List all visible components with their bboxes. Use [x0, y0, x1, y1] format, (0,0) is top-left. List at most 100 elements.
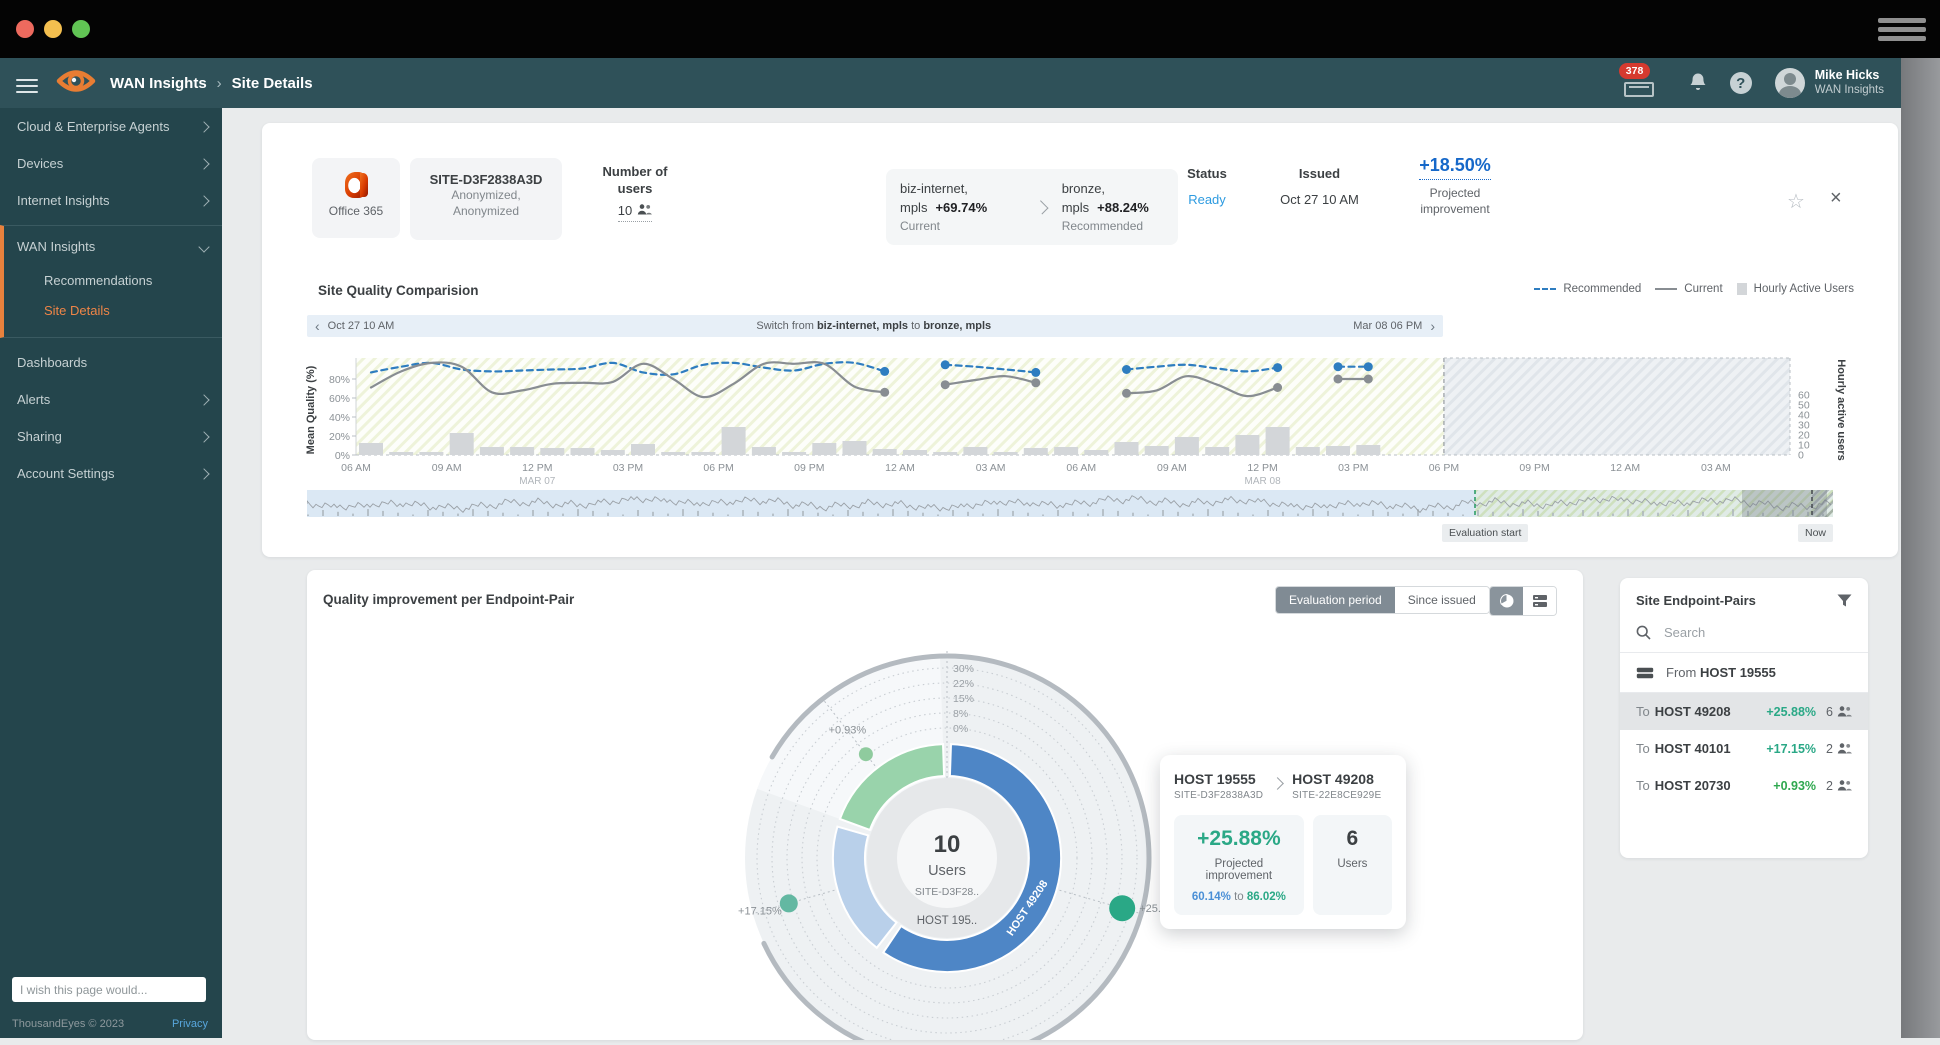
radial-improvement-chart[interactable]: 0%8%15%22%30%+25.88%+17.15%+0.93%HOST 49…: [670, 630, 1230, 1040]
sidebar-item-wan-insights[interactable]: WAN Insights: [4, 228, 222, 265]
endpoint-pair-row[interactable]: ToHOST 20730+0.93%2: [1620, 767, 1868, 804]
copyright-text: ThousandEyes © 2023: [12, 1018, 124, 1030]
table-view-button[interactable]: [1523, 587, 1556, 615]
window-close-button[interactable]: [16, 20, 34, 38]
chevron-right-icon: [198, 468, 209, 479]
pair-improvement: +0.93%: [1773, 779, 1816, 793]
pairs-search-input[interactable]: [1662, 624, 1816, 641]
site-tile[interactable]: SITE-D3F2838A3D Anonymized, Anonymized: [410, 158, 562, 240]
breadcrumb-root[interactable]: WAN Insights: [110, 75, 207, 92]
sidebar-subitem-site-details[interactable]: Site Details: [4, 295, 222, 325]
thousandeyes-logo-icon[interactable]: [56, 66, 96, 101]
legend-swatch: [1534, 288, 1556, 290]
chevron-right-icon: [198, 158, 209, 169]
legend-item: Hourly Active Users: [1737, 283, 1854, 295]
svg-text:Users: Users: [928, 863, 966, 879]
breadcrumb-current: Site Details: [232, 75, 313, 92]
user-avatar[interactable]: [1775, 68, 1805, 98]
search-icon: [1636, 625, 1651, 640]
svg-text:09 AM: 09 AM: [432, 462, 462, 474]
sidebar-item-internet-insights[interactable]: Internet Insights: [0, 182, 222, 219]
sidebar-toggle-icon[interactable]: [16, 75, 38, 91]
banner-next-icon[interactable]: ›: [1422, 316, 1443, 336]
sidebar-item-devices[interactable]: Devices: [0, 145, 222, 182]
qi-view-switch: [1489, 586, 1557, 616]
sidebar-item-dashboards[interactable]: Dashboards: [0, 344, 222, 381]
user-info[interactable]: Mike Hicks WAN Insights: [1815, 68, 1884, 98]
window-menu-icon[interactable]: [1878, 14, 1926, 44]
window-zoom-button[interactable]: [72, 20, 90, 38]
recommended-path: bronze, mpls+88.24% Recommended: [1062, 179, 1164, 236]
chevron-down-icon: [198, 241, 209, 252]
window-minimize-button[interactable]: [44, 20, 62, 38]
tooltip-users-box: 6 Users: [1313, 815, 1392, 915]
qi-title: Quality improvement per Endpoint-Pair: [323, 592, 574, 607]
svg-text:+0.93%: +0.93%: [829, 725, 867, 737]
svg-text:0%: 0%: [953, 723, 968, 735]
pair-improvement: +25.88%: [1766, 705, 1816, 719]
endpoint-pair-row[interactable]: ToHOST 40101+17.15%2: [1620, 730, 1868, 767]
svg-text:03 AM: 03 AM: [1701, 462, 1731, 474]
svg-text:8%: 8%: [953, 708, 968, 720]
sidebar-item-alerts[interactable]: Alerts: [0, 381, 222, 418]
svg-text:22%: 22%: [953, 678, 974, 690]
svg-text:SITE-D3F28..: SITE-D3F28..: [915, 886, 979, 898]
number-of-users-block: Number of users 10: [580, 163, 690, 222]
svg-text:09 AM: 09 AM: [1157, 462, 1187, 474]
filter-icon[interactable]: [1837, 594, 1852, 607]
users-value[interactable]: 10: [618, 203, 652, 222]
alerts-count-badge: 378: [1619, 63, 1651, 79]
endpoint-pair-row[interactable]: ToHOST 49208+25.88%6: [1620, 693, 1868, 730]
svg-text:12 PM: 12 PM: [522, 462, 552, 474]
sqc-title: Site Quality Comparision: [318, 283, 479, 298]
chevron-right-icon: [1034, 200, 1048, 214]
svg-text:12 AM: 12 AM: [885, 462, 915, 474]
sidebar-item-sharing[interactable]: Sharing: [0, 418, 222, 455]
sidebar-subitem-recommendations[interactable]: Recommendations: [4, 265, 222, 295]
svg-text:09 PM: 09 PM: [794, 462, 824, 474]
site-anon-line1: Anonymized,: [410, 187, 562, 203]
banner-end-time: Mar 08 06 PM: [1353, 320, 1422, 332]
legend-swatch: [1655, 288, 1677, 290]
pie-view-button[interactable]: [1490, 587, 1523, 615]
svg-text:80%: 80%: [329, 374, 350, 386]
projected-improvement-value[interactable]: +18.50%: [1419, 155, 1491, 180]
privacy-link[interactable]: Privacy: [172, 1018, 208, 1030]
svg-text:03 PM: 03 PM: [613, 462, 643, 474]
device-alerts-icon[interactable]: 378: [1619, 63, 1659, 103]
banner-prev-icon[interactable]: ‹: [307, 316, 328, 336]
feedback-input[interactable]: [12, 977, 206, 1002]
close-icon[interactable]: ×: [1830, 187, 1842, 210]
svg-text:06 PM: 06 PM: [1429, 462, 1459, 474]
favorite-star-icon[interactable]: ☆: [1787, 189, 1805, 214]
breadcrumb-separator: ›: [217, 75, 222, 92]
window-right-edge: [1901, 58, 1940, 1038]
current-path: biz-internet, mpls+69.74% Current: [900, 179, 1021, 236]
svg-text:09 PM: 09 PM: [1519, 462, 1549, 474]
svg-text:15%: 15%: [953, 693, 974, 705]
site-id: SITE-D3F2838A3D: [410, 172, 562, 187]
window-title-bar: [0, 0, 1940, 58]
pairs-from-row[interactable]: From HOST 19555: [1620, 653, 1868, 693]
sidebar-item-cloud-enterprise-agents[interactable]: Cloud & Enterprise Agents: [0, 108, 222, 145]
qi-period-toggle: Evaluation periodSince issued: [1275, 586, 1490, 614]
pair-improvement: +17.15%: [1766, 742, 1816, 756]
notifications-bell-icon[interactable]: [1688, 72, 1708, 94]
chevron-right-icon: [1271, 777, 1284, 790]
application-name: Office 365: [312, 204, 400, 218]
svg-text:20%: 20%: [329, 431, 350, 443]
application-tile[interactable]: Office 365: [312, 158, 400, 238]
path-comparison-group: biz-internet, mpls+69.74% Current bronze…: [886, 169, 1178, 245]
pairs-search[interactable]: [1620, 618, 1868, 653]
toggle-evaluation-period[interactable]: Evaluation period: [1276, 587, 1395, 613]
toggle-since-issued[interactable]: Since issued: [1395, 587, 1489, 613]
svg-text:03 PM: 03 PM: [1338, 462, 1368, 474]
chevron-right-icon: [198, 121, 209, 132]
help-icon[interactable]: ?: [1730, 72, 1752, 94]
timeline-brush[interactable]: [307, 490, 1833, 522]
sidebar-item-account-settings[interactable]: Account Settings: [0, 455, 222, 492]
site-summary-card: Office 365 SITE-D3F2838A3D Anonymized, A…: [262, 123, 1898, 557]
tooltip-from: HOST 19555 SITE-D3F2838A3D: [1174, 771, 1263, 801]
site-quality-chart[interactable]: 0%20%40%60%80%Mean Quality (%)0102030405…: [300, 352, 1866, 493]
status-value: Ready: [1162, 192, 1252, 207]
